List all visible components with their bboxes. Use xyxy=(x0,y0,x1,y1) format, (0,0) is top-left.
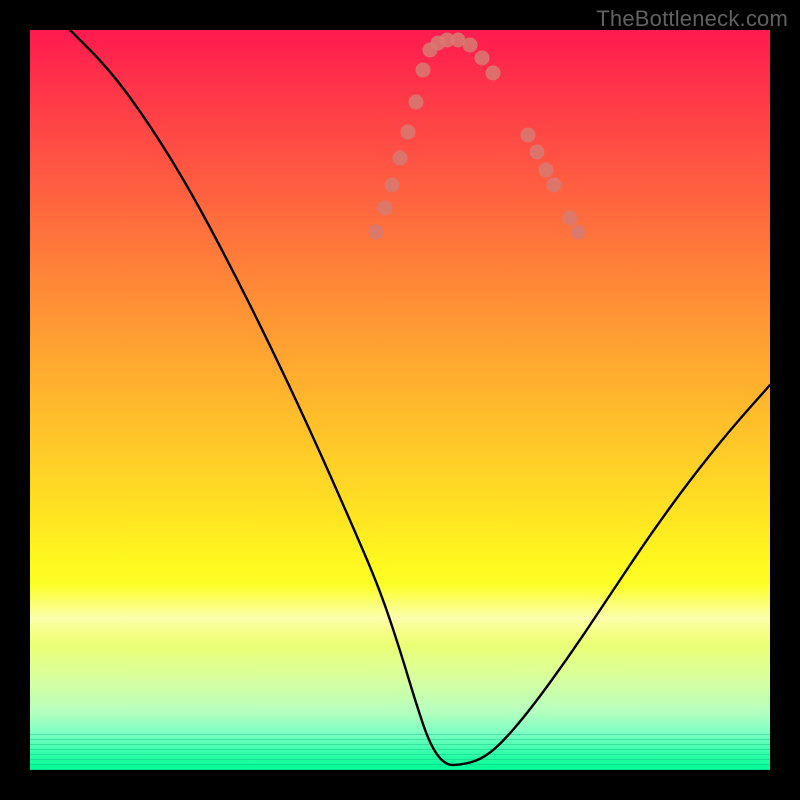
chart-frame: TheBottleneck.com xyxy=(0,0,800,800)
marker-dot xyxy=(521,128,536,143)
marker-dot xyxy=(486,66,501,81)
marker-dot xyxy=(563,211,578,226)
marker-dot xyxy=(416,63,431,78)
marker-dot xyxy=(463,38,478,53)
marker-dot xyxy=(378,201,393,216)
marker-dot xyxy=(409,95,424,110)
marker-dot xyxy=(475,51,490,66)
bottleneck-curve xyxy=(70,30,770,765)
marker-dot xyxy=(539,163,554,178)
marker-dot xyxy=(393,151,408,166)
marker-dot xyxy=(530,145,545,160)
marker-dot xyxy=(401,125,416,140)
marker-dot xyxy=(547,178,562,193)
marker-dot xyxy=(571,225,586,240)
watermark-text: TheBottleneck.com xyxy=(596,6,788,32)
marker-dot xyxy=(385,178,400,193)
chart-svg xyxy=(30,30,770,770)
plot-area xyxy=(30,30,770,770)
marker-dot xyxy=(369,225,384,240)
marker-dots-group xyxy=(369,33,586,240)
